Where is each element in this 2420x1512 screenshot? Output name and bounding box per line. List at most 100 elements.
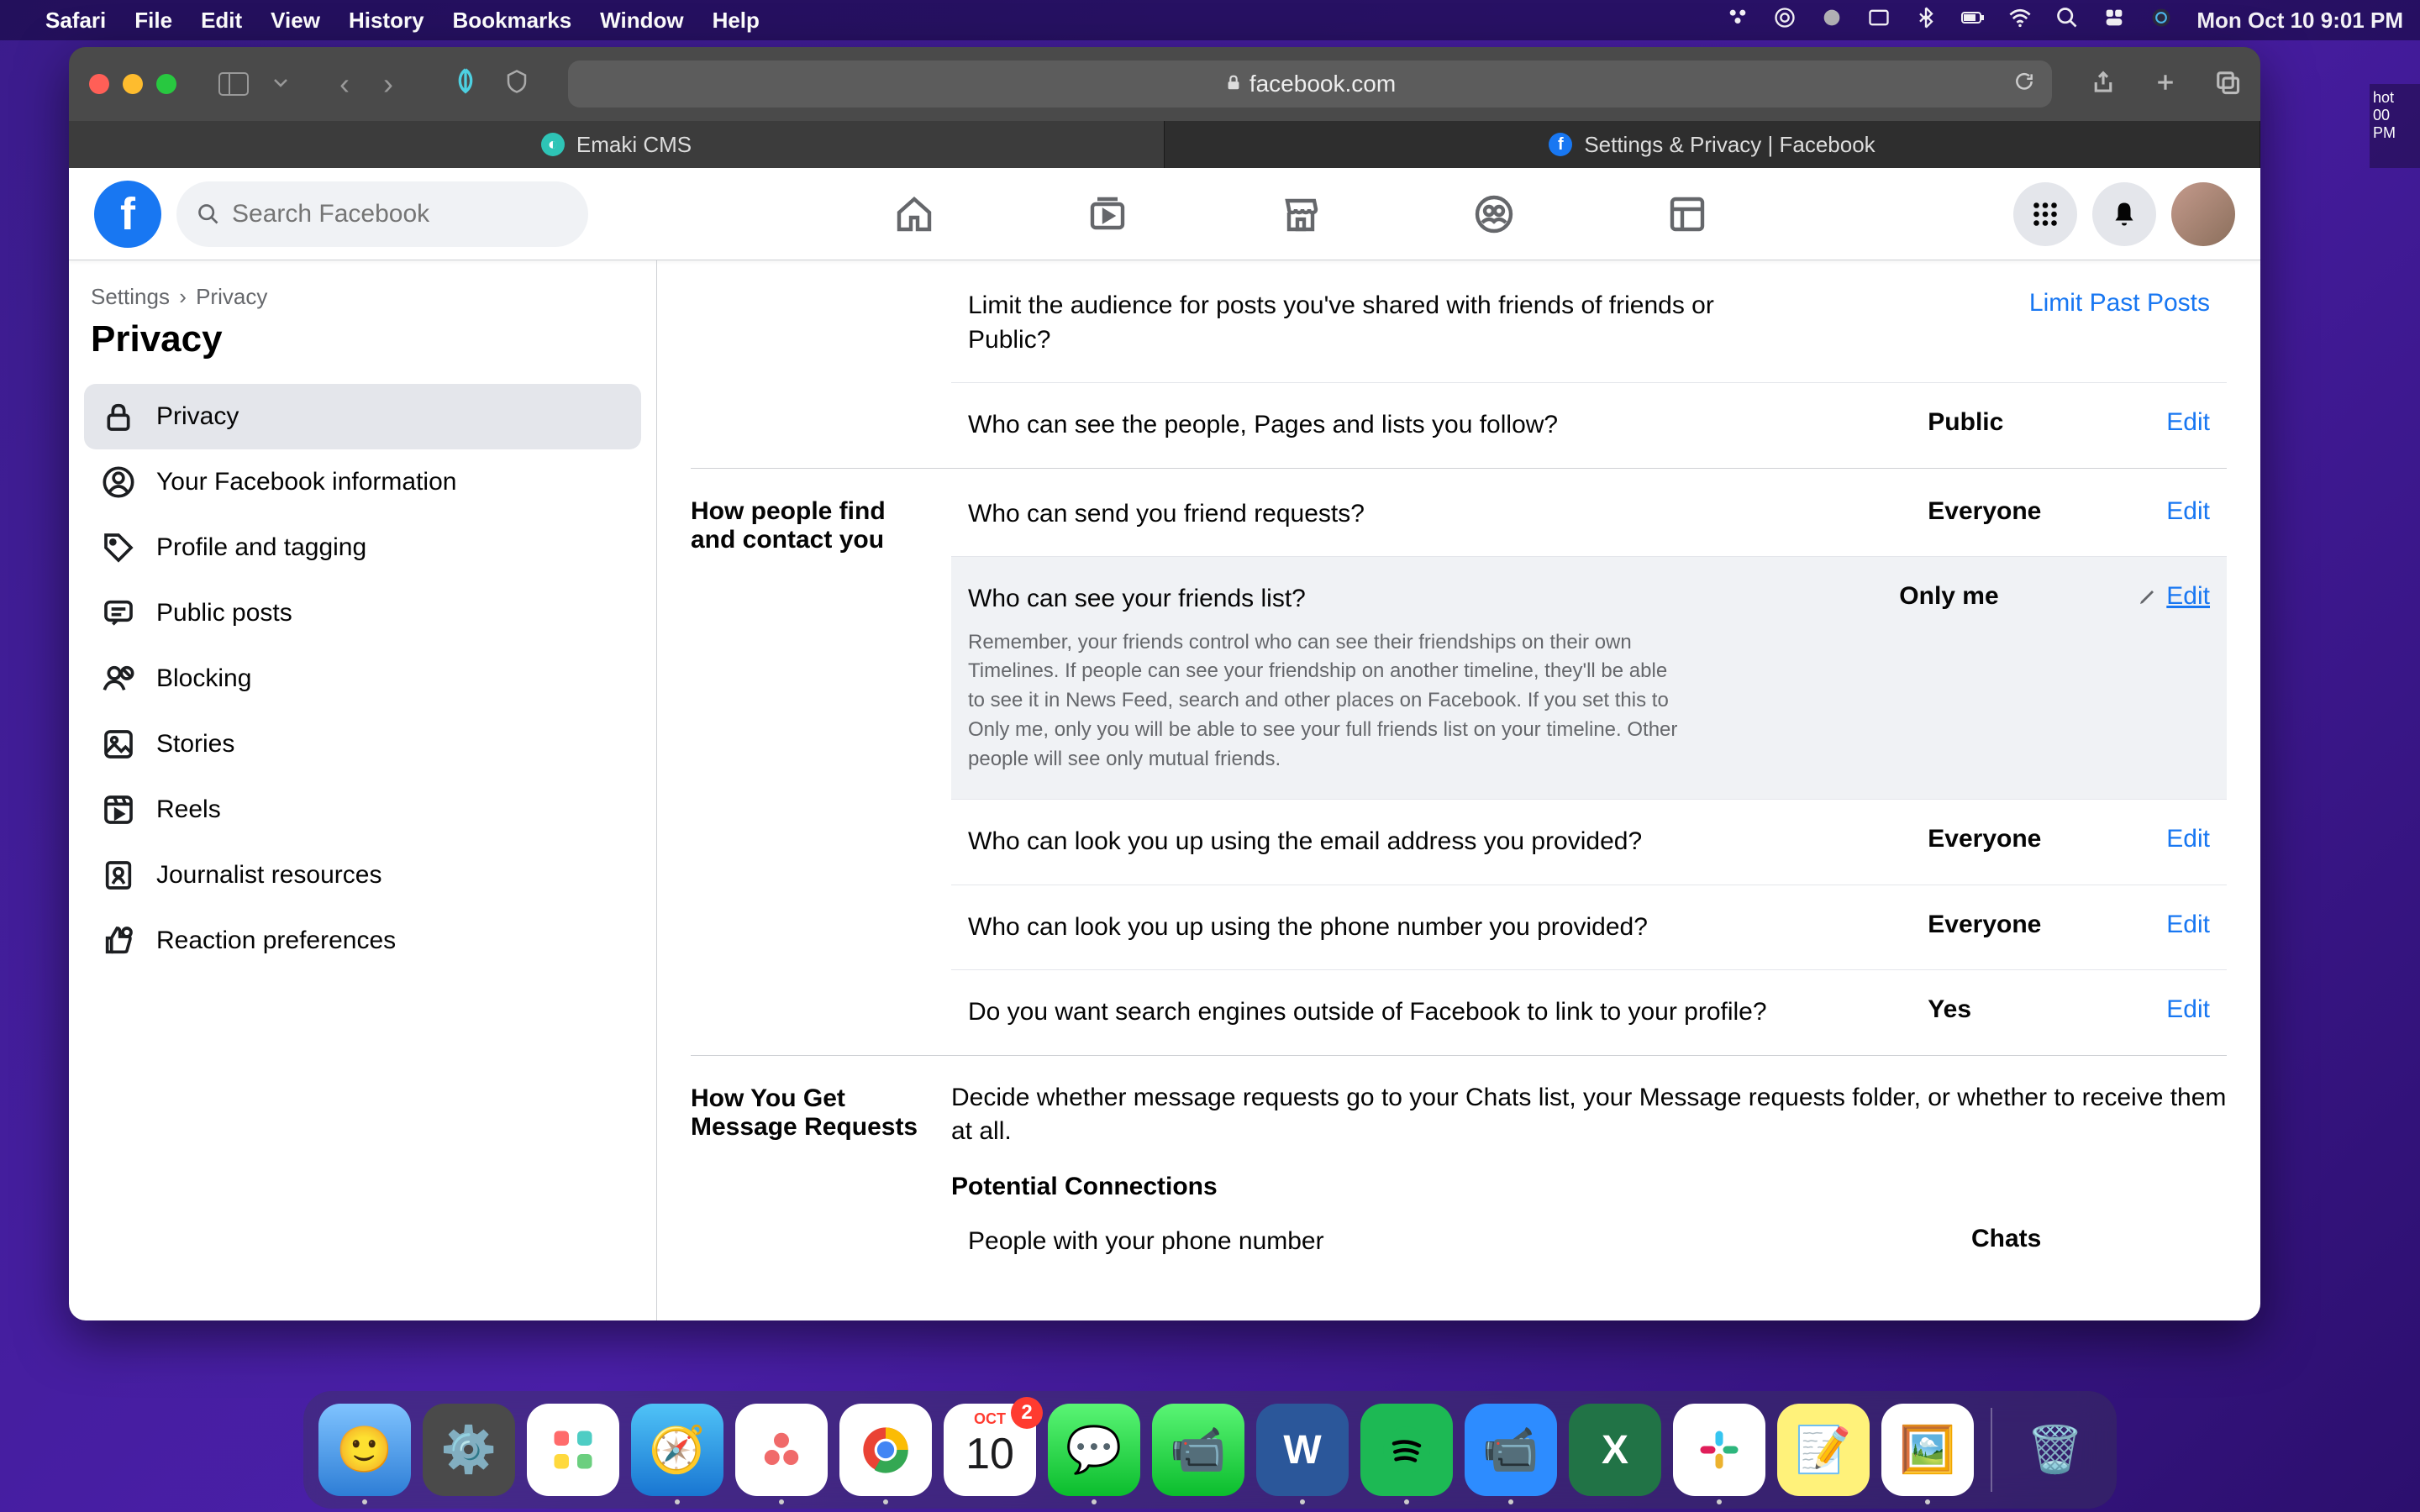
dock-preview[interactable]: 🖼️ bbox=[1881, 1404, 1974, 1496]
sidebar-item-reactions[interactable]: Reaction preferences bbox=[84, 908, 641, 974]
sidebar-item-public-posts[interactable]: Public posts bbox=[84, 580, 641, 646]
breadcrumb-settings[interactable]: Settings bbox=[91, 284, 170, 309]
tab-facebook-settings[interactable]: f Settings & Privacy | Facebook bbox=[1165, 121, 2260, 168]
menubar-spotlight-icon[interactable] bbox=[2055, 6, 2079, 35]
facebook-logo[interactable]: f bbox=[94, 181, 161, 248]
menubar-siri-icon[interactable] bbox=[2149, 6, 2173, 35]
dock-facetime[interactable]: 📹 bbox=[1152, 1404, 1244, 1496]
sidebar-item-your-info[interactable]: Your Facebook information bbox=[84, 449, 641, 515]
section-find-contact: How people find and contact you Who can … bbox=[691, 469, 2227, 1056]
edit-link[interactable]: Edit bbox=[2138, 582, 2210, 611]
sidebar-item-blocking[interactable]: Blocking bbox=[84, 646, 641, 711]
sidebar-item-privacy[interactable]: Privacy bbox=[84, 384, 641, 449]
url-bar[interactable]: facebook.com bbox=[568, 60, 2052, 108]
nav-watch[interactable] bbox=[1074, 181, 1141, 248]
facebook-search[interactable] bbox=[176, 181, 588, 247]
edit-link[interactable]: Edit bbox=[2166, 825, 2210, 853]
nav-marketplace[interactable] bbox=[1267, 181, 1334, 248]
profile-avatar[interactable] bbox=[2171, 182, 2235, 246]
close-window-button[interactable] bbox=[89, 74, 109, 94]
dock-safari[interactable]: 🧭 bbox=[631, 1404, 723, 1496]
reload-button[interactable] bbox=[2013, 71, 2035, 98]
sidebar-item-label: Your Facebook information bbox=[156, 468, 456, 496]
row-limit-past-posts: Limit the audience for posts you've shar… bbox=[951, 286, 2227, 382]
lock-icon bbox=[1224, 71, 1243, 97]
breadcrumb-privacy[interactable]: Privacy bbox=[196, 284, 267, 309]
new-tab-button[interactable] bbox=[2153, 70, 2178, 99]
dock-messages[interactable]: 💬 bbox=[1048, 1404, 1140, 1496]
nav-home[interactable] bbox=[881, 181, 948, 248]
menu-bookmarks[interactable]: Bookmarks bbox=[453, 8, 572, 34]
search-input[interactable] bbox=[232, 200, 568, 228]
menu-view[interactable]: View bbox=[271, 8, 320, 34]
row-value: Everyone bbox=[1928, 911, 2146, 939]
menu-file[interactable]: File bbox=[134, 8, 172, 34]
row-title: Who can send you friend requests? bbox=[968, 497, 1907, 532]
menubar-cc-icon[interactable] bbox=[1773, 6, 1797, 35]
menubar-wifi-icon[interactable] bbox=[2008, 6, 2032, 35]
lock-icon bbox=[101, 399, 136, 434]
row-title: Who can see the people, Pages and lists … bbox=[968, 408, 1907, 443]
facebook-favicon-icon: f bbox=[1549, 133, 1572, 156]
back-button[interactable]: ‹ bbox=[339, 66, 350, 102]
menubar-datetime[interactable]: Mon Oct 10 9:01 PM bbox=[2196, 8, 2403, 34]
dock-slack[interactable] bbox=[1673, 1404, 1765, 1496]
fullscreen-window-button[interactable] bbox=[156, 74, 176, 94]
section-label: How You Get Message Requests bbox=[691, 1081, 951, 1284]
minimize-window-button[interactable] bbox=[123, 74, 143, 94]
dock-excel[interactable]: X bbox=[1569, 1404, 1661, 1496]
nav-feeds[interactable] bbox=[1654, 181, 1721, 248]
edit-link[interactable]: Edit bbox=[2166, 995, 2210, 1024]
forward-button[interactable]: › bbox=[383, 66, 393, 102]
dock-word[interactable]: W bbox=[1256, 1404, 1349, 1496]
honey-extension-icon[interactable] bbox=[452, 67, 479, 101]
tab-overview-button[interactable] bbox=[2215, 70, 2240, 99]
edit-link[interactable]: Edit bbox=[2166, 408, 2210, 437]
privacy-report-icon[interactable] bbox=[504, 69, 529, 100]
menu-grid-button[interactable] bbox=[2013, 182, 2077, 246]
menubar-control-center-icon[interactable] bbox=[2102, 6, 2126, 35]
safari-sidebar-button[interactable] bbox=[218, 72, 249, 96]
menubar-display-icon[interactable] bbox=[1867, 6, 1891, 35]
menubar-circle-icon[interactable] bbox=[1820, 6, 1844, 35]
menubar-bluetooth-icon[interactable] bbox=[1914, 6, 1938, 35]
menubar-battery-icon[interactable] bbox=[1961, 6, 1985, 35]
sidebar-item-label: Privacy bbox=[156, 402, 239, 431]
breadcrumb: Settings › Privacy bbox=[84, 281, 641, 315]
dock-trash[interactable]: 🗑️ bbox=[2009, 1404, 2102, 1496]
menu-window[interactable]: Window bbox=[600, 8, 683, 34]
sidebar-item-stories[interactable]: Stories bbox=[84, 711, 641, 777]
share-button[interactable] bbox=[2091, 70, 2116, 99]
edit-link[interactable]: Edit bbox=[2166, 911, 2210, 939]
tab-emaki[interactable]: ◐ Emaki CMS bbox=[69, 121, 1165, 168]
dock-zoom[interactable]: 📹 bbox=[1465, 1404, 1557, 1496]
section-message-requests: How You Get Message Requests Decide whet… bbox=[691, 1056, 2227, 1284]
dock-asana[interactable] bbox=[735, 1404, 828, 1496]
emaki-favicon-icon: ◐ bbox=[541, 133, 565, 156]
tag-icon bbox=[101, 530, 136, 565]
row-who-see-follows: Who can see the people, Pages and lists … bbox=[951, 382, 2227, 468]
safari-sidebar-dropdown[interactable] bbox=[272, 76, 289, 92]
dock-launchpad[interactable] bbox=[527, 1404, 619, 1496]
notifications-button[interactable] bbox=[2092, 182, 2156, 246]
dock-finder[interactable]: 🙂 bbox=[318, 1404, 411, 1496]
nav-groups[interactable] bbox=[1460, 181, 1528, 248]
dock-spotify[interactable] bbox=[1360, 1404, 1453, 1496]
menu-help[interactable]: Help bbox=[713, 8, 760, 34]
dock-notes[interactable]: 📝 bbox=[1777, 1404, 1870, 1496]
menu-edit[interactable]: Edit bbox=[201, 8, 242, 34]
edit-link[interactable]: Edit bbox=[2166, 497, 2210, 526]
sidebar-item-profile-tagging[interactable]: Profile and tagging bbox=[84, 515, 641, 580]
menubar-dropbox-icon[interactable] bbox=[1726, 6, 1749, 35]
row-title: Do you want search engines outside of Fa… bbox=[968, 995, 1907, 1030]
sidebar-item-label: Journalist resources bbox=[156, 861, 381, 890]
dock-chrome[interactable] bbox=[839, 1404, 932, 1496]
sidebar-item-journalist[interactable]: Journalist resources bbox=[84, 843, 641, 908]
dock-system-settings[interactable]: ⚙️ bbox=[423, 1404, 515, 1496]
dock-calendar[interactable]: OCT 10 2 bbox=[944, 1404, 1036, 1496]
sidebar-item-reels[interactable]: Reels bbox=[84, 777, 641, 843]
menu-history[interactable]: History bbox=[349, 8, 424, 34]
sidebar-title: Privacy bbox=[84, 315, 641, 384]
limit-past-posts-link[interactable]: Limit Past Posts bbox=[2029, 289, 2210, 318]
menubar-app-name[interactable]: Safari bbox=[45, 8, 106, 34]
